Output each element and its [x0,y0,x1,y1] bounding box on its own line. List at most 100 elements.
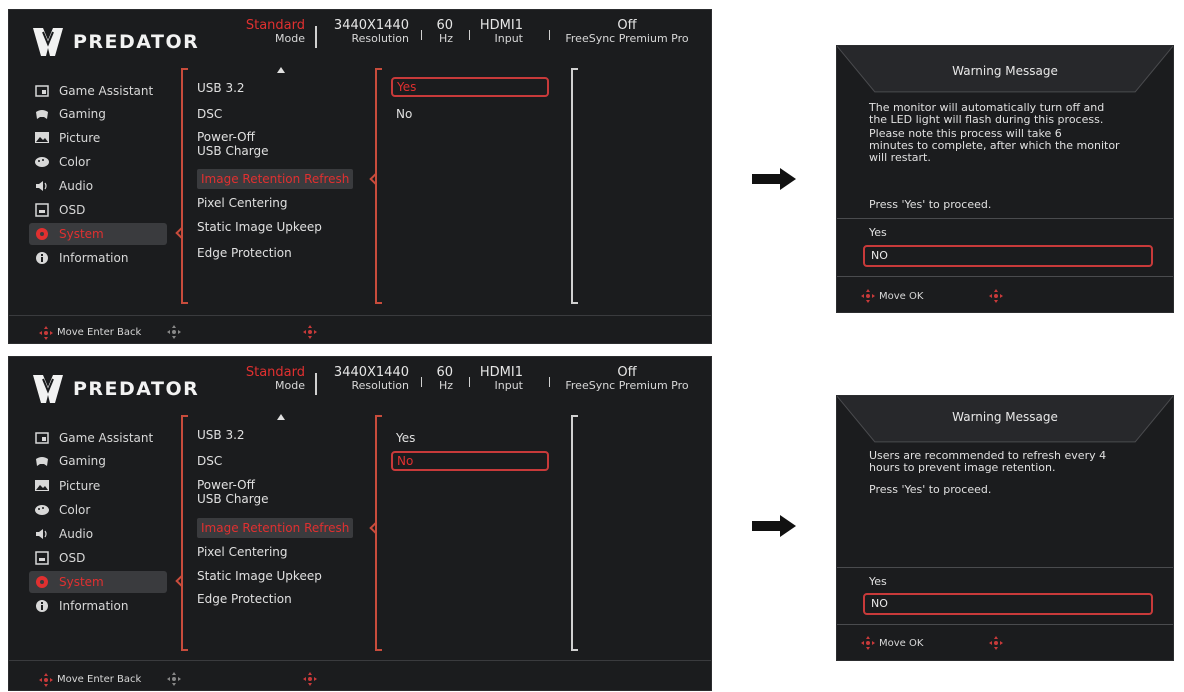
menu-item-game-assistant[interactable]: Game Assistant [35,80,167,102]
divider [549,30,550,40]
status-freesync: Off FreeSync Premium Pro [553,366,701,392]
submenu-dsc[interactable]: DSC [197,107,222,121]
menu-label: Game Assistant [59,84,154,98]
divider [421,377,422,387]
right-arrow-icon [752,168,796,190]
footer-label: Move Enter Back [57,327,142,338]
submenu-edge-protection[interactable]: Edge Protection [197,592,292,606]
dpad-icon [989,636,1003,650]
status-input: HDMI1 Input [480,19,523,45]
options-bracket [375,68,382,304]
hz-value: 60 [436,18,453,33]
menu-label: Picture [59,131,101,145]
status-freesync: Off FreeSync Premium Pro [553,19,701,45]
resolution-label: Resolution [351,32,409,45]
footer-label: Move Enter Back [57,674,142,685]
menu-item-audio[interactable]: Audio [35,523,167,545]
option-yes[interactable]: Yes [391,77,549,97]
osd-header: PREDATOR Standard Mode 3440X1440 Resolut… [9,357,711,419]
poweroff-line2: USB Charge [197,144,269,158]
mode-value: Standard [245,18,305,33]
gamepad-icon [35,454,49,468]
scroll-up-icon[interactable] [277,67,285,73]
gear-icon [35,575,49,589]
menu-label: Color [59,503,91,517]
menu-label: Gaming [59,107,106,121]
menu-item-audio[interactable]: Audio [35,175,167,197]
submenu-pixel-centering[interactable]: Pixel Centering [197,545,288,559]
picture-icon [35,479,49,493]
divider [315,26,317,48]
warning-proceed: Press 'Yes' to proceed. [869,198,992,211]
menu-label: Game Assistant [59,431,154,445]
menu-item-information[interactable]: Information [35,595,167,617]
freesync-value: Off [617,365,637,380]
game-assistant-icon [35,431,49,445]
submenu-static-image-upkeep[interactable]: Static Image Upkeep [197,220,322,234]
submenu-edge-protection[interactable]: Edge Protection [197,246,292,260]
warning-proceed: Press 'Yes' to proceed. [869,483,992,496]
menu-label: OSD [59,551,86,565]
input-value: HDMI1 [479,18,523,33]
option-yes[interactable]: Yes [396,431,415,445]
warning-yes-button[interactable]: Yes [869,575,887,588]
logo-text: PREDATOR [73,378,200,400]
menu-item-color[interactable]: Color [35,499,167,521]
poweroff-line1: Power-Off [197,130,255,144]
menu-item-gaming[interactable]: Gaming [35,103,167,125]
poweroff-line1: Power-Off [197,478,255,492]
freesync-label: FreeSync Premium Pro [565,32,689,45]
mode-label: Mode [275,32,305,45]
warning-footer-label: Move OK [879,638,924,649]
option-no[interactable]: No [391,451,549,471]
submenu-image-retention-refresh[interactable]: Image Retention Refresh [197,518,354,538]
warning-title: Warning Message [952,64,1058,78]
menu-label: OSD [59,203,86,217]
input-value: HDMI1 [479,365,523,380]
menu-item-osd[interactable]: OSD [35,547,167,569]
menu-item-picture[interactable]: Picture [35,127,167,149]
submenu-dsc[interactable]: DSC [197,454,222,468]
dpad-icon [989,289,1003,303]
submenu-image-retention-refresh[interactable]: Image Retention Refresh [197,169,354,189]
menu-item-color[interactable]: Color [35,151,167,173]
dpad-icon [39,326,53,340]
submenu-bracket [181,68,188,304]
menu-item-osd[interactable]: OSD [35,199,167,221]
submenu-pixel-centering[interactable]: Pixel Centering [197,196,288,210]
option-no[interactable]: No [396,107,412,121]
resolution-label: Resolution [351,379,409,392]
game-assistant-icon [35,84,49,98]
status-input: HDMI1 Input [480,366,523,392]
menu-item-system[interactable]: System [29,223,167,245]
divider [837,218,1173,219]
warning-no-button[interactable]: NO [863,593,1153,615]
menu-item-system[interactable]: System [29,571,167,593]
menu-label: Color [59,155,91,169]
menu-label: Information [59,251,129,265]
menu-item-game-assistant[interactable]: Game Assistant [35,427,167,449]
menu-item-picture[interactable]: Picture [35,475,167,497]
submenu-poweroff[interactable]: Power-Off USB Charge [197,478,269,506]
warning-no-button[interactable]: NO [863,245,1153,267]
warning-yes-button[interactable]: Yes [869,226,887,239]
dpad-icon [303,325,317,339]
status-mode: Standard Mode [246,366,305,392]
menu-item-gaming[interactable]: Gaming [35,450,167,472]
warning-dialog-top: Warning Message The monitor will automat… [836,45,1174,313]
osd-icon [35,203,49,217]
submenu-poweroff[interactable]: Power-Off USB Charge [197,130,269,158]
osd-panel-bottom: PREDATOR Standard Mode 3440X1440 Resolut… [8,356,712,691]
submenu-usb[interactable]: USB 3.2 [197,428,245,442]
submenu-usb[interactable]: USB 3.2 [197,81,245,95]
dpad-icon [861,289,875,303]
submenu-static-image-upkeep[interactable]: Static Image Upkeep [197,569,322,583]
picture-icon [35,131,49,145]
divider [837,567,1173,568]
menu-item-information[interactable]: Information [35,247,167,269]
scroll-up-icon[interactable] [277,414,285,420]
hz-label: Hz [438,379,453,392]
dpad-icon [39,673,53,687]
warning-line2: the LED light will flash during this pro… [869,113,1104,126]
divider [469,30,470,40]
